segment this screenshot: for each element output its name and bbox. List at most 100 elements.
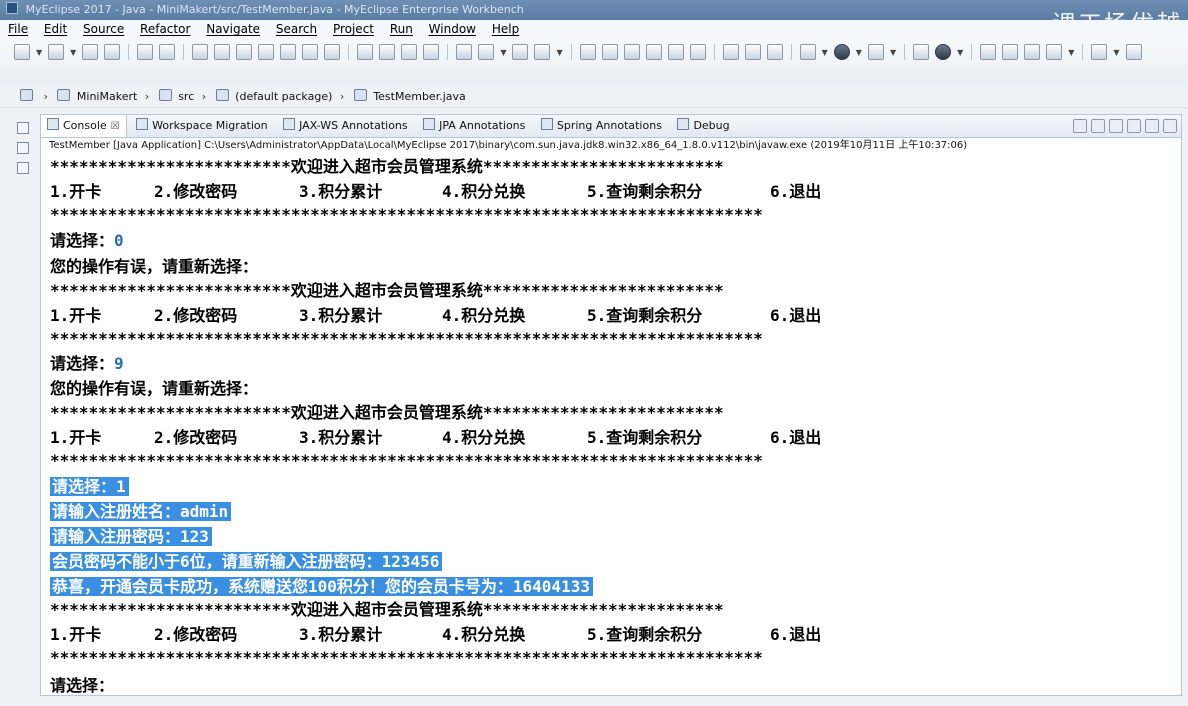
layout-icon[interactable] [667, 44, 684, 60]
toggle-view-icon[interactable] [379, 44, 396, 60]
db-icon[interactable] [980, 44, 997, 60]
chevron-down-icon[interactable]: ▼ [1113, 48, 1119, 57]
back-icon[interactable] [1091, 44, 1108, 60]
menu-source[interactable]: Source [83, 22, 124, 36]
db-connect-icon[interactable] [1002, 44, 1019, 60]
tab-jax-ws-annotations[interactable]: JAX-WS Annotations [277, 115, 414, 137]
panel-icon[interactable] [689, 44, 706, 60]
spring-icon [540, 118, 553, 130]
new-icon[interactable] [14, 44, 30, 60]
close-icon[interactable]: ☒ [111, 121, 120, 132]
step-into-icon[interactable] [280, 44, 297, 60]
menu-search[interactable]: Search [276, 22, 317, 36]
menu-project[interactable]: Project [333, 22, 374, 36]
menu-run[interactable]: Run [390, 22, 413, 36]
web-icon[interactable] [357, 44, 374, 60]
restore-icon[interactable] [17, 122, 29, 134]
chevron-right-icon: › [43, 90, 48, 103]
breadcrumb-package[interactable]: (default package) [235, 90, 332, 103]
deploy-icon[interactable] [478, 44, 495, 60]
outline-icon[interactable] [17, 142, 29, 154]
star-line: ****************************************… [50, 648, 763, 667]
pin-icon[interactable] [579, 44, 596, 60]
server-icon[interactable] [456, 44, 473, 60]
breadcrumb-file[interactable]: TestMember.java [373, 90, 465, 103]
prompt-line: 请选择：0 [50, 229, 124, 253]
debug-icon[interactable] [799, 44, 816, 60]
image-icon[interactable] [645, 44, 662, 60]
marker-icon[interactable] [623, 44, 640, 60]
chevron-down-icon[interactable]: ▼ [500, 48, 506, 57]
git-icon[interactable] [935, 44, 952, 60]
menu-navigate[interactable]: Navigate [206, 22, 260, 36]
monitor-icon[interactable] [512, 44, 529, 60]
chevron-down-icon[interactable]: ▼ [1068, 48, 1074, 57]
menu-row: 1.开卡 2.修改密码 3.积分累计 4.积分兑换 5.查询剩余积分 6.退出 [50, 180, 1150, 204]
package-explorer-icon[interactable] [17, 162, 29, 174]
grid-icon[interactable] [534, 44, 551, 60]
chevron-down-icon[interactable]: ▼ [822, 48, 828, 57]
migration-icon [136, 118, 149, 130]
selected-line[interactable]: 请选择：1 [50, 475, 129, 499]
menu-window[interactable]: Window [429, 22, 476, 36]
search-icon[interactable] [867, 44, 884, 60]
skip-breakpoints-icon[interactable] [159, 44, 176, 60]
ruler-icon[interactable] [744, 44, 761, 60]
menu-file[interactable]: File [8, 22, 28, 36]
selected-line[interactable]: 恭喜，开通会员卡成功，系统赠送您100积分！您的会员卡号为：16404133 [50, 575, 593, 599]
tab-console[interactable]: Console ☒ [41, 115, 127, 137]
db-explorer-icon[interactable] [1024, 44, 1041, 60]
tab-debug[interactable]: Debug [671, 115, 735, 137]
pin-console-icon[interactable] [1163, 119, 1177, 133]
forward-icon[interactable] [1125, 44, 1142, 60]
table-icon[interactable] [722, 44, 739, 60]
menu-option: 3.积分累计 [299, 625, 383, 644]
link-icon[interactable] [401, 44, 418, 60]
save-icon[interactable] [82, 44, 99, 60]
resume-icon[interactable] [192, 44, 209, 60]
menu-help[interactable]: Help [492, 22, 519, 36]
console-icon[interactable] [137, 44, 154, 60]
step-return-icon[interactable] [324, 44, 341, 60]
chevron-down-icon[interactable]: ▼ [36, 48, 42, 57]
save-all-icon[interactable] [104, 44, 121, 60]
menu-option: 2.修改密码 [154, 428, 238, 447]
breadcrumb-project[interactable]: MiniMakert [77, 90, 137, 103]
remove-all-icon[interactable] [1109, 119, 1123, 133]
remove-launch-icon[interactable] [1091, 119, 1105, 133]
console-output[interactable]: *************************欢迎进入超市会员管理系统***… [50, 155, 1170, 695]
chevron-down-icon[interactable]: ▼ [856, 48, 862, 57]
view-toolbar [1073, 119, 1177, 133]
suspend-icon[interactable] [214, 44, 231, 60]
tab-jpa-annotations[interactable]: JPA Annotations [417, 115, 531, 137]
menu-edit[interactable]: Edit [44, 22, 67, 36]
chevron-down-icon[interactable]: ▼ [957, 48, 963, 57]
selected-line[interactable]: 会员密码不能小于6位，请重新输入注册密码：123456 [50, 550, 443, 574]
menu-refactor[interactable]: Refactor [140, 22, 190, 36]
selected-line[interactable]: 请输入注册密码：123 [50, 525, 212, 549]
selected-text: 请选择：1 [50, 477, 129, 496]
tab-workspace-migration[interactable]: Workspace Migration [130, 115, 273, 137]
disconnect-icon[interactable] [258, 44, 275, 60]
chevron-down-icon[interactable]: ▼ [890, 48, 896, 57]
open-icon[interactable] [48, 44, 65, 60]
pencil-icon[interactable] [601, 44, 618, 60]
chevron-down-icon[interactable]: ▼ [70, 48, 76, 57]
step-over-icon[interactable] [302, 44, 319, 60]
terminate-icon[interactable] [1073, 119, 1087, 133]
selected-line[interactable]: 请输入注册姓名：admin [50, 500, 232, 524]
clear-console-icon[interactable] [1127, 119, 1141, 133]
run-icon[interactable] [833, 44, 850, 60]
scroll-lock-icon[interactable] [1145, 119, 1159, 133]
breadcrumb-folder[interactable]: src [178, 90, 194, 103]
wand-icon[interactable] [1046, 44, 1063, 60]
settings-icon[interactable] [913, 44, 930, 60]
user-input: 0 [114, 231, 124, 250]
terminate-icon[interactable] [236, 44, 253, 60]
chart-icon[interactable] [766, 44, 783, 60]
chevron-down-icon[interactable]: ▼ [556, 48, 562, 57]
tab-spring-annotations[interactable]: Spring Annotations [535, 115, 668, 137]
console-icon [47, 118, 59, 130]
breadcrumb: › MiniMakert › src › (default package) ›… [0, 86, 1188, 108]
refresh-icon[interactable] [423, 44, 440, 60]
